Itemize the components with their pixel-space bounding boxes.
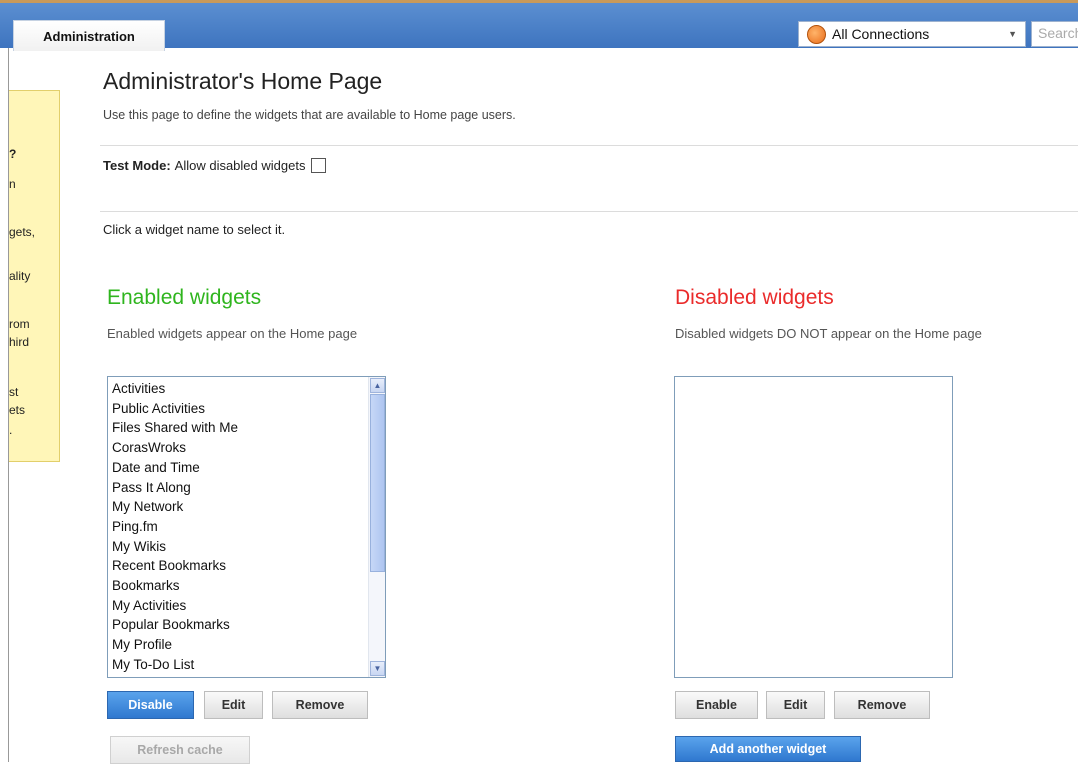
list-item[interactable]: Date and Time [112, 458, 238, 478]
chevron-down-icon: ▼ [1008, 29, 1017, 39]
list-item[interactable]: My Activities [112, 596, 238, 616]
list-item[interactable]: Files Shared with Me [112, 418, 238, 438]
divider [100, 211, 1078, 212]
disabled-widgets-heading: Disabled widgets [675, 286, 834, 309]
list-item[interactable]: Public Activities [112, 399, 238, 419]
test-mode-label: Test Mode: [103, 158, 171, 173]
page-title: Administrator's Home Page [103, 68, 383, 94]
remove-disabled-button[interactable]: Remove [834, 691, 930, 719]
list-scrollbar[interactable]: ▲ ▼ [368, 377, 385, 677]
help-box: ? n gets, ality rom hird st ets . [9, 90, 60, 462]
search-input[interactable]: Search [1031, 21, 1078, 47]
edit-enabled-button[interactable]: Edit [204, 691, 263, 719]
help-text-fragment: ? [9, 147, 17, 161]
tab-administration[interactable]: Administration [13, 20, 165, 51]
page-subtitle: Use this page to define the widgets that… [103, 108, 516, 122]
connections-label: All Connections [832, 26, 930, 42]
help-text-fragment: ality [9, 269, 31, 283]
edit-disabled-button[interactable]: Edit [766, 691, 825, 719]
add-another-widget-button[interactable]: Add another widget [675, 736, 861, 762]
disabled-widgets-description: Disabled widgets DO NOT appear on the Ho… [675, 326, 982, 341]
remove-enabled-button[interactable]: Remove [272, 691, 368, 719]
help-text-fragment: ets [9, 403, 26, 417]
enabled-widgets-description: Enabled widgets appear on the Home page [107, 326, 358, 341]
help-text-fragment: n [9, 177, 16, 191]
enable-button[interactable]: Enable [675, 691, 758, 719]
connections-dropdown[interactable]: All Connections ▼ [798, 21, 1026, 47]
scroll-down-icon[interactable]: ▼ [370, 661, 385, 676]
instruction-text: Click a widget name to select it. [103, 222, 286, 237]
list-item[interactable]: Recent Bookmarks [112, 556, 238, 576]
list-item[interactable]: My Network [112, 497, 238, 517]
top-navigation-bar: Administration All Connections ▼ Search [0, 0, 1078, 51]
list-item[interactable]: Ping.fm [112, 517, 238, 537]
list-item[interactable]: Popular Bookmarks [112, 615, 238, 635]
refresh-cache-button[interactable]: Refresh cache [110, 736, 250, 764]
disable-button[interactable]: Disable [107, 691, 194, 719]
test-mode-checkbox[interactable] [311, 158, 327, 173]
enabled-widgets-heading: Enabled widgets [107, 286, 262, 309]
list-item[interactable]: My Wikis [112, 537, 238, 557]
help-text-fragment: hird [9, 335, 30, 349]
list-item[interactable]: Pass It Along [112, 478, 238, 498]
test-mode-text: Allow disabled widgets [174, 158, 306, 173]
test-mode-row: Test Mode: Allow disabled widgets [103, 158, 327, 173]
help-text-fragment: . [9, 423, 13, 437]
help-text-fragment: gets, [9, 225, 36, 239]
connections-globe-icon [807, 24, 826, 44]
enabled-widgets-list[interactable]: Activities Public Activities Files Share… [107, 376, 386, 678]
list-item[interactable]: Bookmarks [112, 576, 238, 596]
help-text-fragment: rom [9, 317, 30, 331]
list-item[interactable]: My To-Do List [112, 655, 238, 675]
disabled-widgets-list[interactable] [674, 376, 953, 678]
help-text-fragment: st [9, 385, 19, 399]
divider [100, 145, 1078, 146]
list-item[interactable]: My Profile [112, 635, 238, 655]
list-item[interactable]: Activities [112, 379, 238, 399]
scrollbar-thumb[interactable] [370, 394, 385, 572]
scroll-up-icon[interactable]: ▲ [370, 378, 385, 393]
list-item[interactable]: CorasWroks [112, 438, 238, 458]
